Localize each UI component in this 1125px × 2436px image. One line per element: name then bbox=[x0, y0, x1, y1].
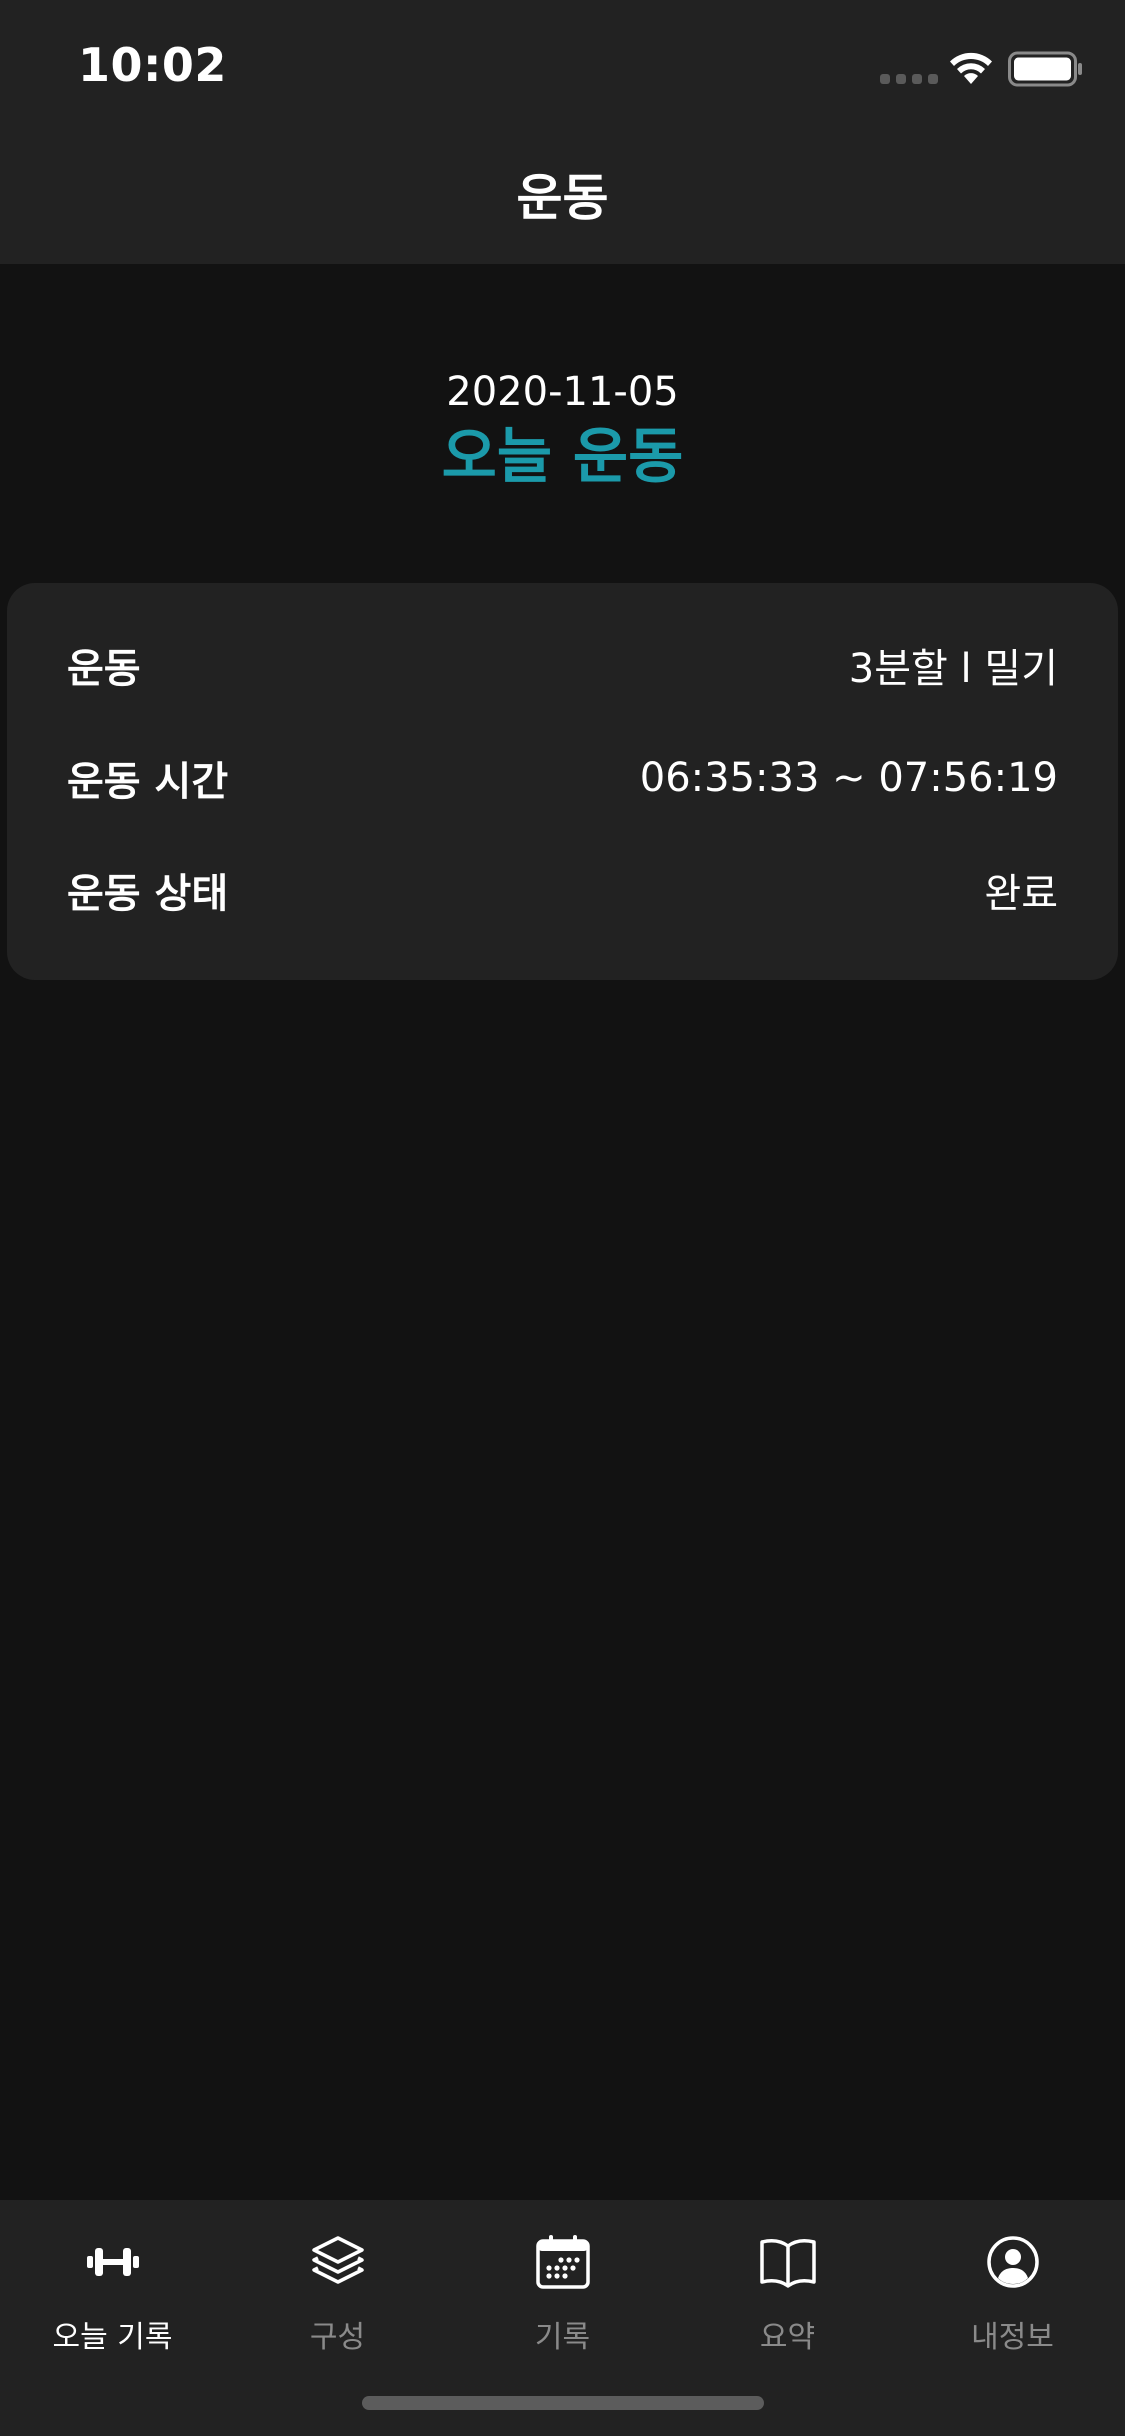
workout-time-row: 운동 시간 06:35:33 ~ 07:56:19 bbox=[67, 748, 1058, 808]
tab-my-info[interactable]: 내정보 bbox=[900, 2230, 1125, 2370]
page-title: 운동 bbox=[516, 169, 609, 227]
status-time: 10:02 bbox=[78, 38, 227, 92]
tab-label: 내정보 bbox=[971, 2320, 1054, 2355]
workout-info-card: 운동 3분할 l 밀기 운동 시간 06:35:33 ~ 07:56:19 운동… bbox=[7, 583, 1118, 980]
book-icon bbox=[759, 2239, 816, 2288]
home-indicator[interactable] bbox=[362, 2396, 764, 2410]
workout-time-label: 운동 시간 bbox=[67, 759, 229, 805]
dumbbell-icon bbox=[86, 2248, 139, 2276]
workout-row: 운동 3분할 l 밀기 bbox=[67, 635, 1058, 695]
workout-time-value: 06:35:33 ~ 07:56:19 bbox=[639, 755, 1058, 801]
today-workout-title: 오늘 운동 bbox=[441, 422, 684, 492]
tab-label: 구성 bbox=[309, 2320, 366, 2355]
workout-value: 3분할 l 밀기 bbox=[848, 646, 1058, 692]
date-header: 2020-11-05 오늘 운동 bbox=[0, 364, 1125, 494]
cellular-signal-icon bbox=[880, 74, 938, 84]
wifi-icon bbox=[950, 52, 992, 84]
workout-label: 운동 bbox=[67, 646, 141, 692]
status-bar: 10:02 bbox=[0, 0, 1125, 132]
tab-label: 기록 bbox=[534, 2320, 591, 2355]
workout-status-row: 운동 상태 완료 bbox=[67, 860, 1058, 920]
workout-status-value: 완료 bbox=[984, 871, 1058, 917]
user-circle-icon bbox=[986, 2236, 1039, 2288]
tab-today-record[interactable]: 오늘 기록 bbox=[0, 2230, 225, 2370]
workout-status-label: 운동 상태 bbox=[67, 871, 229, 917]
tab-label: 오늘 기록 bbox=[52, 2320, 173, 2355]
tab-composition[interactable]: 구성 bbox=[225, 2230, 450, 2370]
navigation-bar: 운동 bbox=[0, 132, 1125, 264]
battery-icon bbox=[1008, 51, 1082, 87]
layers-icon bbox=[311, 2236, 364, 2284]
calendar-icon bbox=[535, 2235, 590, 2289]
tab-records[interactable]: 기록 bbox=[450, 2230, 675, 2370]
workout-date: 2020-11-05 bbox=[446, 369, 679, 415]
tab-label: 요약 bbox=[759, 2320, 816, 2355]
tab-summary[interactable]: 요약 bbox=[675, 2230, 900, 2370]
screen: 10:02 운동 2020-11-05 오늘 운동 운동 3분할 l 밀기 운동… bbox=[0, 0, 1125, 2436]
